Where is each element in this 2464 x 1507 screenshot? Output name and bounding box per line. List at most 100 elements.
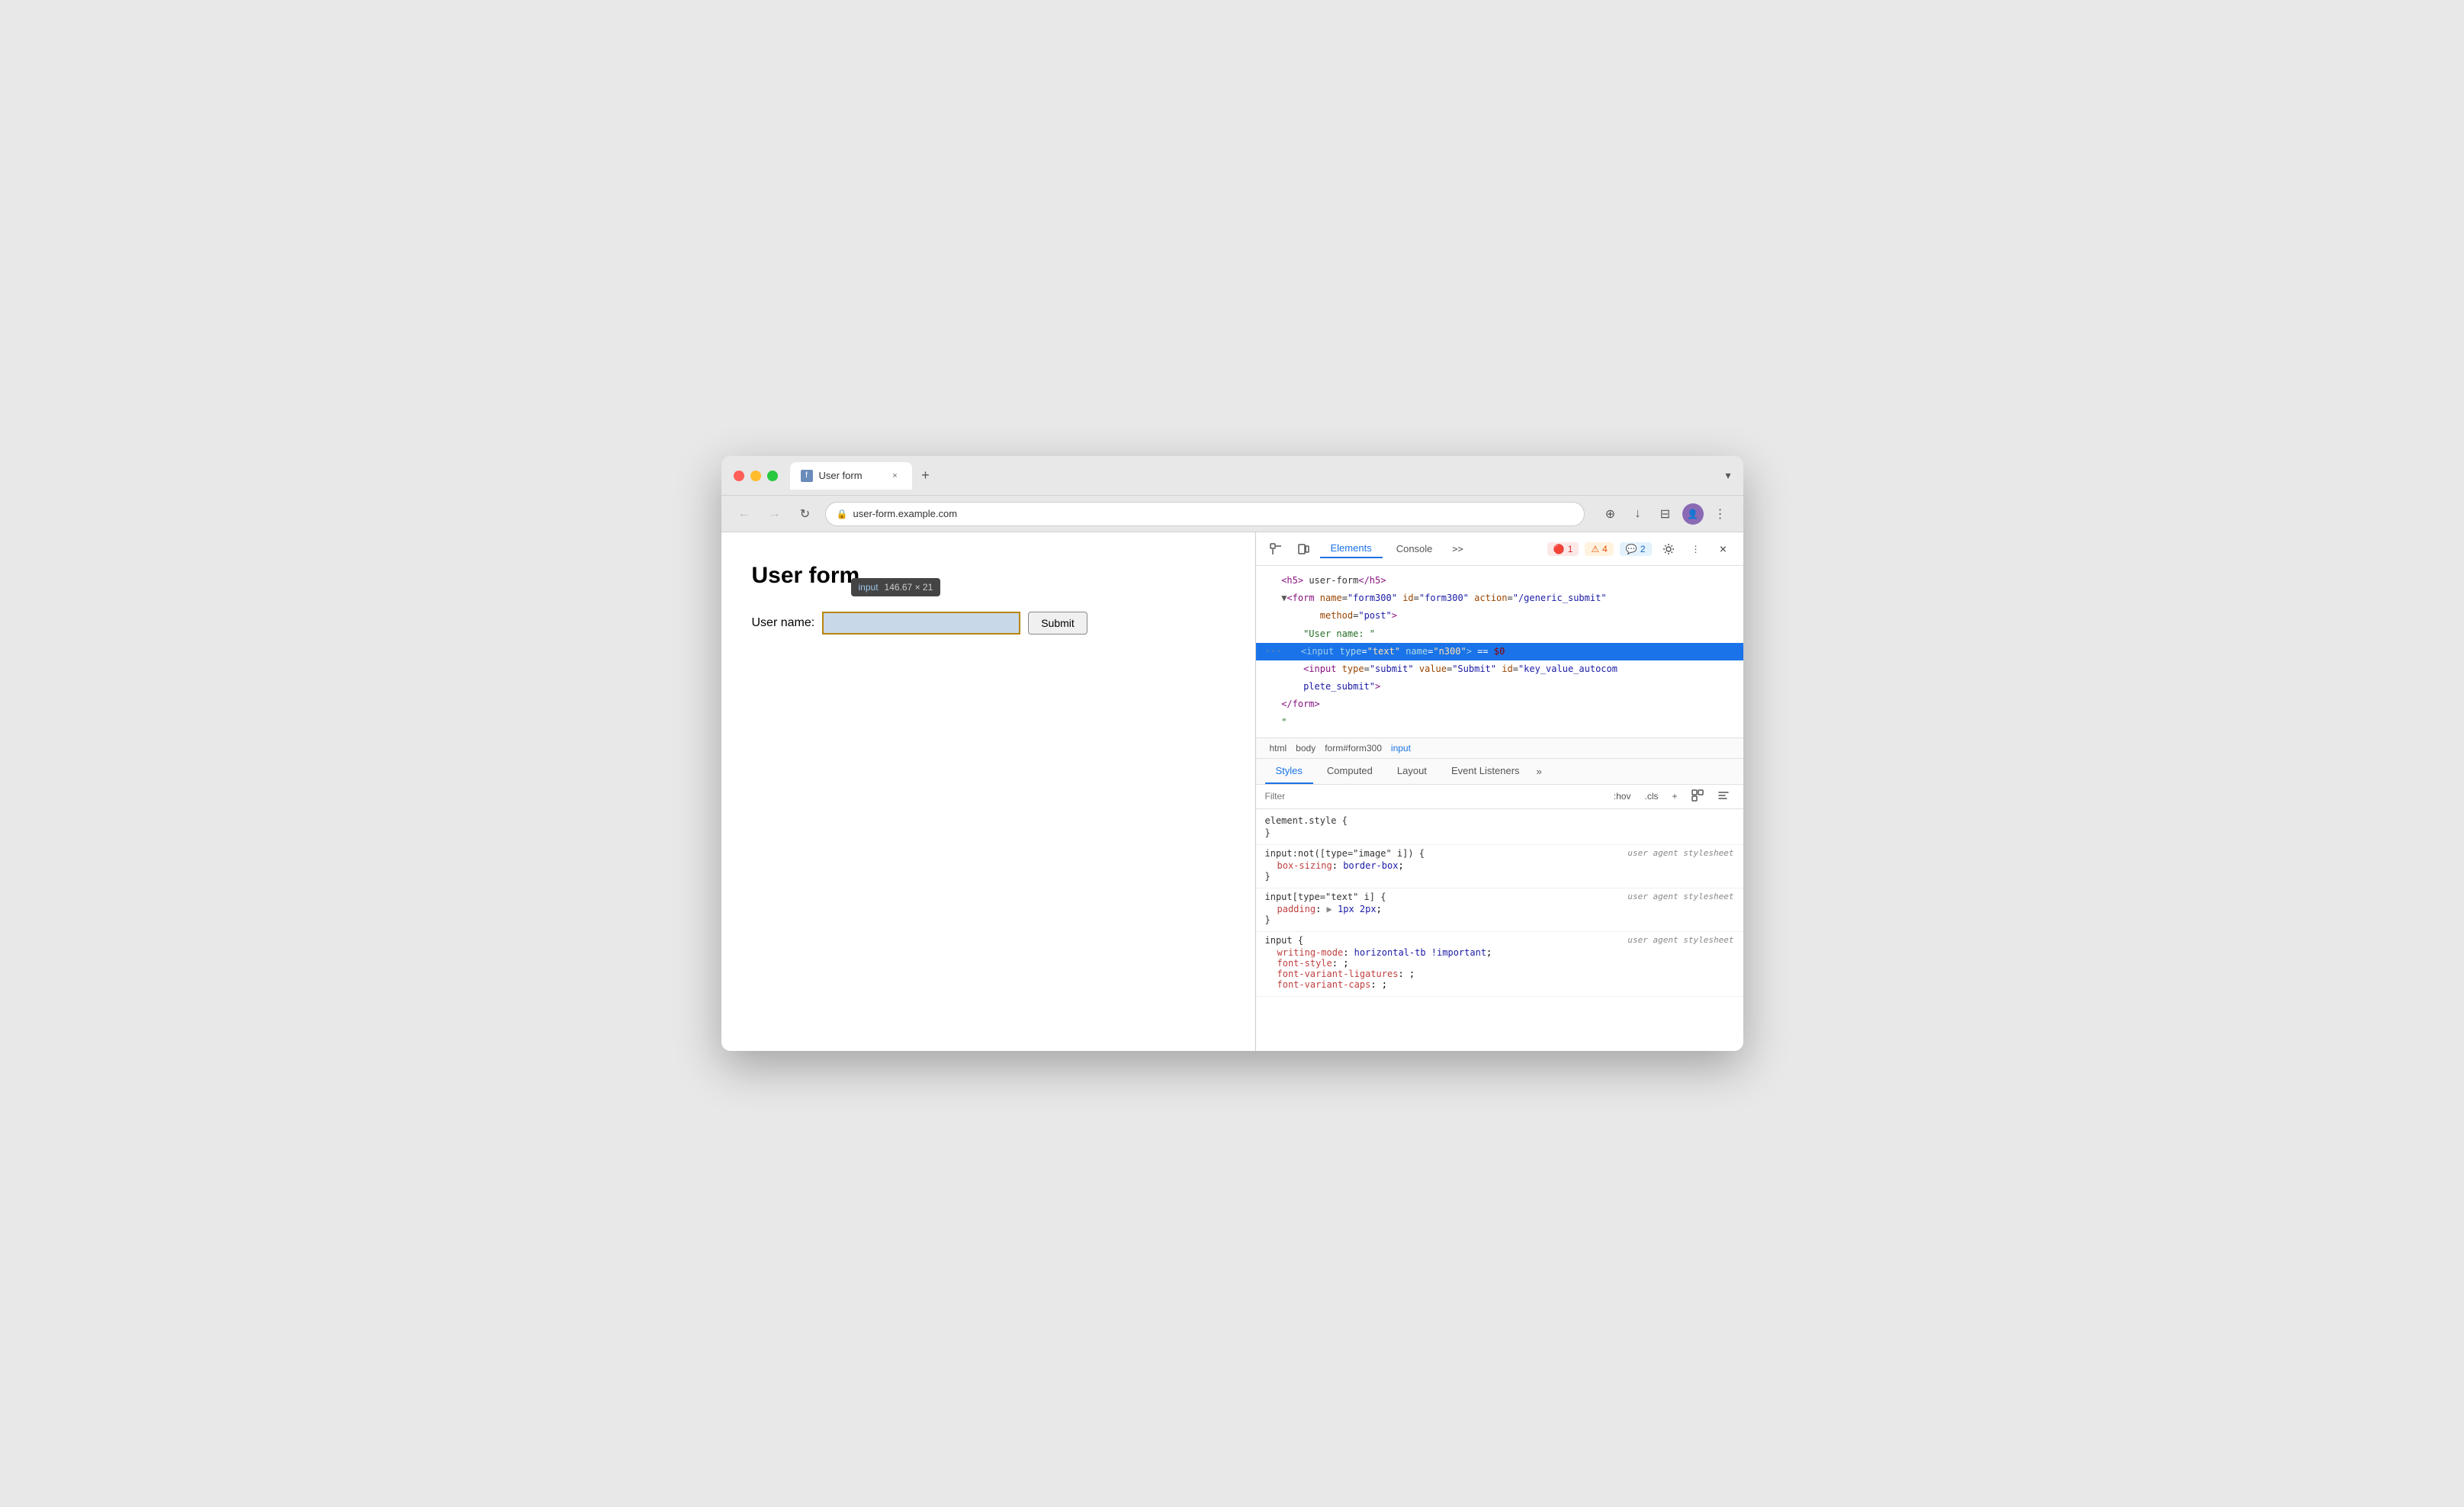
filter-input[interactable] [1265,791,1603,802]
css-source-2: user agent stylesheet [1627,892,1733,901]
elements-tab[interactable]: Elements [1320,539,1383,558]
icon2-button[interactable] [1713,788,1734,805]
title-bar: f User form × + ▾ [721,456,1743,496]
css-rule-input-text: user agent stylesheet input[type="text" … [1256,888,1743,932]
tab-bar: f User form × + ▾ [790,462,1731,490]
css-close-brace: } [1265,827,1734,838]
css-prop-font-variant-caps[interactable]: font-variant-caps: ; [1265,979,1734,990]
error-icon: 🔴 [1553,544,1565,554]
address-bar: ← → ↻ 🔒 user-form.example.com ⊕ ↓ ⊟ 👤 ⋮ [721,496,1743,532]
devtools-settings-button[interactable] [1658,538,1679,560]
hov-button[interactable]: :hov [1609,789,1636,803]
more-devtools-tabs[interactable]: >> [1446,541,1469,557]
css-source-1: user agent stylesheet [1627,848,1733,858]
info-badge[interactable]: 💬 2 [1620,542,1652,556]
tab-overflow-button[interactable]: ▾ [1725,469,1730,482]
css-source-3: user agent stylesheet [1627,935,1733,945]
warning-count: 4 [1602,544,1608,554]
css-rule-input: user agent stylesheet input { writing-mo… [1256,932,1743,997]
layout-tab[interactable]: Layout [1386,759,1438,784]
dom-line-5b: plete_submit"> [1256,678,1743,696]
styles-tabs: Styles Computed Layout Event Listeners » [1256,759,1743,785]
devtools-close-button[interactable]: × [1713,538,1734,560]
styles-tab[interactable]: Styles [1265,759,1313,784]
new-tab-button[interactable]: + [915,465,936,487]
tab-title: User form [819,470,863,481]
dom-line-selected[interactable]: ··· <input type="text" name="n300"> == $… [1256,643,1743,660]
maximize-traffic-light[interactable] [767,471,778,481]
submit-button[interactable]: Submit [1028,612,1087,635]
tooltip-size: 146.67 × 21 [885,582,933,593]
page-content: User form input 146.67 × 21 User name: S… [721,532,1255,1051]
browser-window: f User form × + ▾ ← → ↻ 🔒 user-form.exam… [721,456,1743,1051]
more-menu-button[interactable]: ⋮ [1710,503,1731,525]
content-area: User form input 146.67 × 21 User name: S… [721,532,1743,1051]
css-prop-padding[interactable]: padding: ▶ 1px 2px; [1265,904,1734,914]
forward-button[interactable]: → [764,503,785,525]
css-rules-panel: element.style { } user agent stylesheet … [1256,809,1743,1051]
active-tab[interactable]: f User form × [790,462,912,490]
back-button[interactable]: ← [734,503,755,525]
css-selector[interactable]: element.style { [1265,815,1734,826]
more-styles-tabs[interactable]: » [1537,766,1542,777]
page-title: User form [752,563,1225,589]
css-rule-element-style: element.style { } [1256,812,1743,845]
dom-line-5[interactable]: <input type="submit" value="Submit" id="… [1256,660,1743,678]
close-traffic-light[interactable] [734,471,744,481]
css-prop-font-variant-ligatures[interactable]: font-variant-ligatures: ; [1265,969,1734,979]
info-count: 2 [1640,544,1646,554]
breadcrumb-bar: html body form#form300 input [1256,738,1743,759]
css-prop-box-sizing[interactable]: box-sizing: border-box; [1265,860,1734,871]
dom-line-2[interactable]: ▼<form name="form300" id="form300" actio… [1256,590,1743,607]
tab-close-button[interactable]: × [889,470,901,482]
css-close-brace-2: } [1265,871,1734,882]
devtools-toolbar: Elements Console >> 🔴 1 ⚠ 4 💬 2 [1256,532,1743,566]
css-selector-input-not[interactable]: user agent stylesheet input:not([type="i… [1265,848,1734,859]
address-field[interactable]: 🔒 user-form.example.com [825,502,1585,526]
reload-button[interactable]: ↻ [795,503,816,525]
traffic-lights [734,471,778,481]
tab-favicon: f [801,470,813,482]
console-tab[interactable]: Console [1386,540,1444,557]
css-selector-input[interactable]: user agent stylesheet input { [1265,935,1734,946]
devtools-more-button[interactable]: ⋮ [1685,538,1707,560]
info-icon: 💬 [1626,544,1637,554]
dom-line-1[interactable]: <h5> user-form</h5> [1256,572,1743,590]
inspect-element-button[interactable] [1265,538,1287,560]
error-count: 1 [1568,544,1573,554]
split-button[interactable]: ⊟ [1655,503,1676,525]
css-prop-writing-mode[interactable]: writing-mode: horizontal-tb !important; [1265,947,1734,958]
breadcrumb-form[interactable]: form#form300 [1320,741,1386,755]
dom-line-6[interactable]: </form> [1256,696,1743,713]
error-badge[interactable]: 🔴 1 [1547,542,1579,556]
device-toggle-button[interactable] [1293,538,1314,560]
warning-badge[interactable]: ⚠ 4 [1585,542,1613,556]
form-row: input 146.67 × 21 User name: Submit [752,612,1225,635]
input-tooltip: input 146.67 × 21 [851,578,941,596]
dom-line-3[interactable]: "User name: " [1256,625,1743,643]
security-icon: 🔒 [837,509,847,519]
tooltip-label: input [859,582,879,593]
cls-button[interactable]: .cls [1640,789,1662,803]
profile-avatar[interactable]: 👤 [1682,503,1704,525]
toolbar-right: ⊕ ↓ ⊟ 👤 ⋮ [1600,503,1731,525]
dom-line-7: " [1256,714,1743,731]
css-rule-input-not-image: user agent stylesheet input:not([type="i… [1256,845,1743,888]
url-text: user-form.example.com [853,508,958,519]
dom-line-2b: method="post"> [1256,607,1743,625]
css-selector-input-text[interactable]: user agent stylesheet input[type="text" … [1265,892,1734,902]
add-style-button[interactable]: + [1667,789,1682,803]
extensions-button[interactable]: ⊕ [1600,503,1621,525]
breadcrumb-html[interactable]: html [1265,741,1292,755]
download-button[interactable]: ↓ [1627,503,1649,525]
devtools-main-tabs: Elements Console >> [1320,539,1470,558]
breadcrumb-input[interactable]: input [1386,741,1415,755]
computed-tab[interactable]: Computed [1316,759,1383,784]
icon1-button[interactable] [1687,788,1708,805]
minimize-traffic-light[interactable] [750,471,761,481]
username-input[interactable] [822,612,1020,635]
event-listeners-tab[interactable]: Event Listeners [1441,759,1531,784]
username-label: User name: [752,616,815,630]
css-prop-font-style[interactable]: font-style: ; [1265,958,1734,969]
breadcrumb-body[interactable]: body [1291,741,1320,755]
